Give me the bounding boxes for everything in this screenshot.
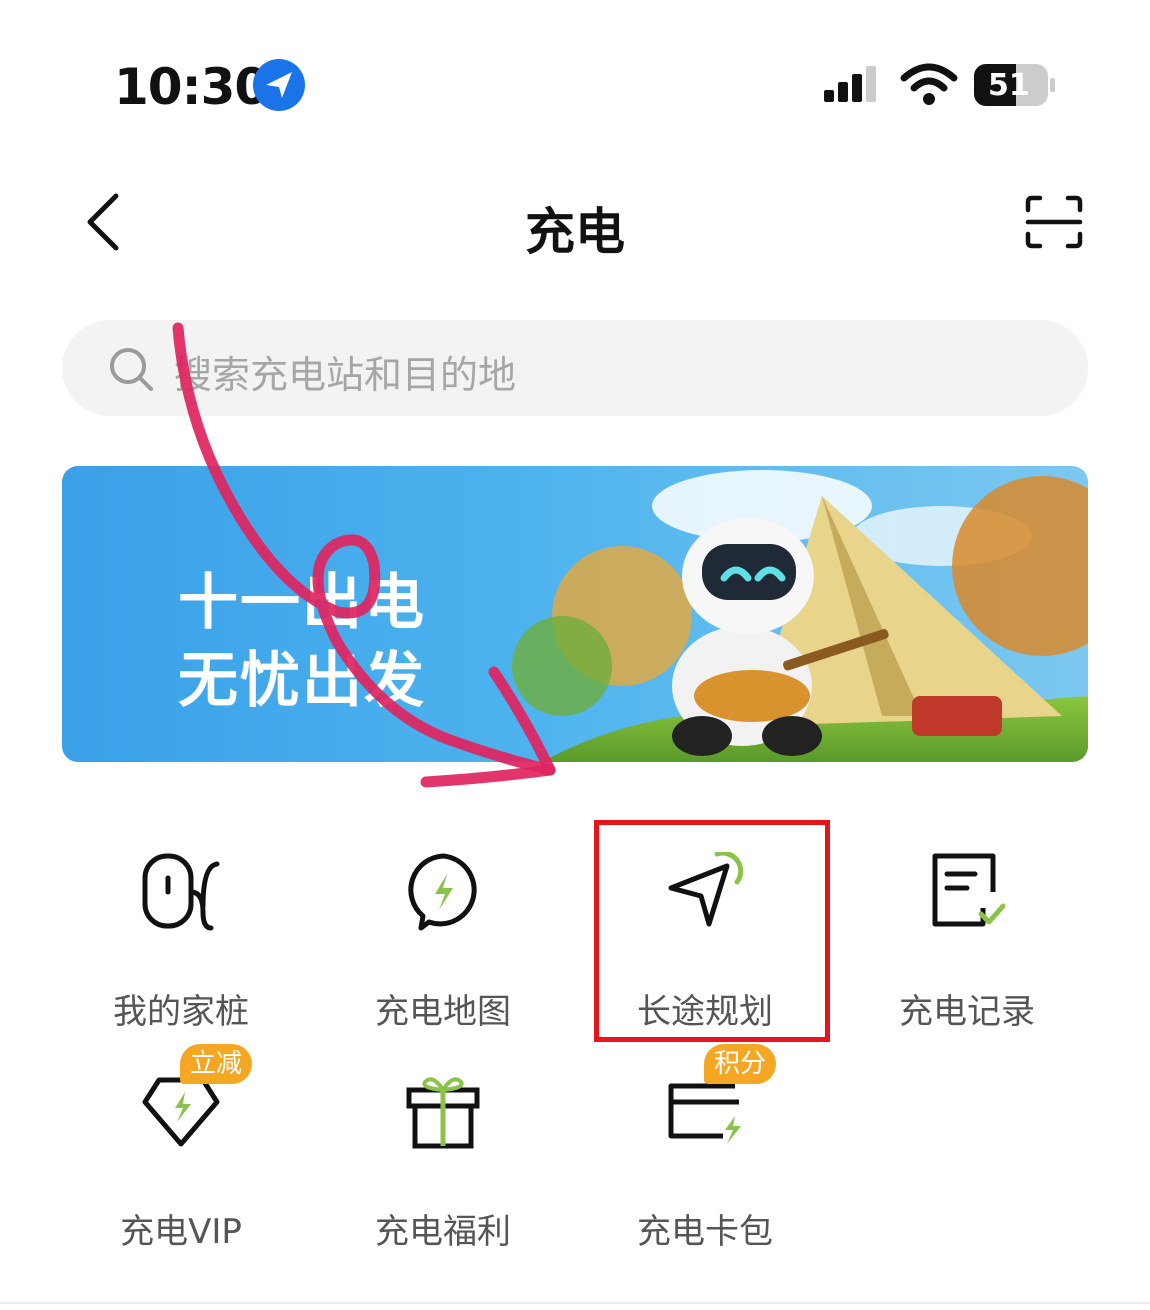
home-charger-icon <box>142 853 220 931</box>
battery-indicator: 51 <box>974 64 1056 106</box>
grid-item-charging-record[interactable]: 充电记录 <box>836 852 1098 1052</box>
location-arrow-icon <box>253 59 305 111</box>
scan-icon[interactable] <box>1024 194 1084 250</box>
status-bar: 10:30 51 <box>0 0 1150 140</box>
page-title: 充电 <box>525 203 625 261</box>
charging-map-icon <box>408 853 477 931</box>
banner-headline: 十一出电 <box>178 568 426 638</box>
card-wallet-icon <box>668 1083 741 1144</box>
status-time: 10:30 <box>114 58 269 116</box>
promo-banner[interactable]: 十一出电 无忧出发 <box>62 466 1088 762</box>
bottom-divider <box>0 1302 1150 1304</box>
cellular-signal-icon <box>824 66 876 102</box>
vip-discount-badge: 立减 <box>180 1044 253 1084</box>
grid-label-charging-welfare: 充电福利 <box>375 1212 511 1252</box>
grid-label-charging-record: 充电记录 <box>899 992 1035 1032</box>
wifi-icon <box>900 63 958 105</box>
search-placeholder: 搜索充电站和目的地 <box>174 353 517 397</box>
grid-item-charging-map[interactable]: 充电地图 <box>312 852 574 1052</box>
battery-level: 51 <box>988 68 1030 103</box>
gift-icon <box>406 1077 480 1149</box>
search-input[interactable]: 搜索充电站和目的地 <box>62 320 1088 416</box>
grid-item-charging-welfare[interactable]: 充电福利 <box>312 1072 574 1272</box>
charging-record-icon <box>932 853 1006 927</box>
grid-label-home-charger: 我的家桩 <box>113 992 249 1032</box>
banner-subheadline: 无忧出发 <box>178 646 426 716</box>
grid-item-charging-vip[interactable]: 立减 充电VIP <box>50 1044 312 1272</box>
grid-label-card-wallet: 充电卡包 <box>637 1212 773 1252</box>
grid-item-home-charger[interactable]: 我的家桩 <box>50 852 312 1052</box>
grid-label-charging-map: 充电地图 <box>375 992 511 1032</box>
highlight-box <box>594 820 830 1042</box>
grid-item-card-wallet[interactable]: 积分 充电卡包 <box>574 1044 836 1272</box>
vip-diamond-icon <box>142 1077 220 1147</box>
points-badge: 积分 <box>704 1044 777 1084</box>
grid-label-charging-vip: 充电VIP <box>120 1212 242 1252</box>
search-icon <box>110 348 153 391</box>
